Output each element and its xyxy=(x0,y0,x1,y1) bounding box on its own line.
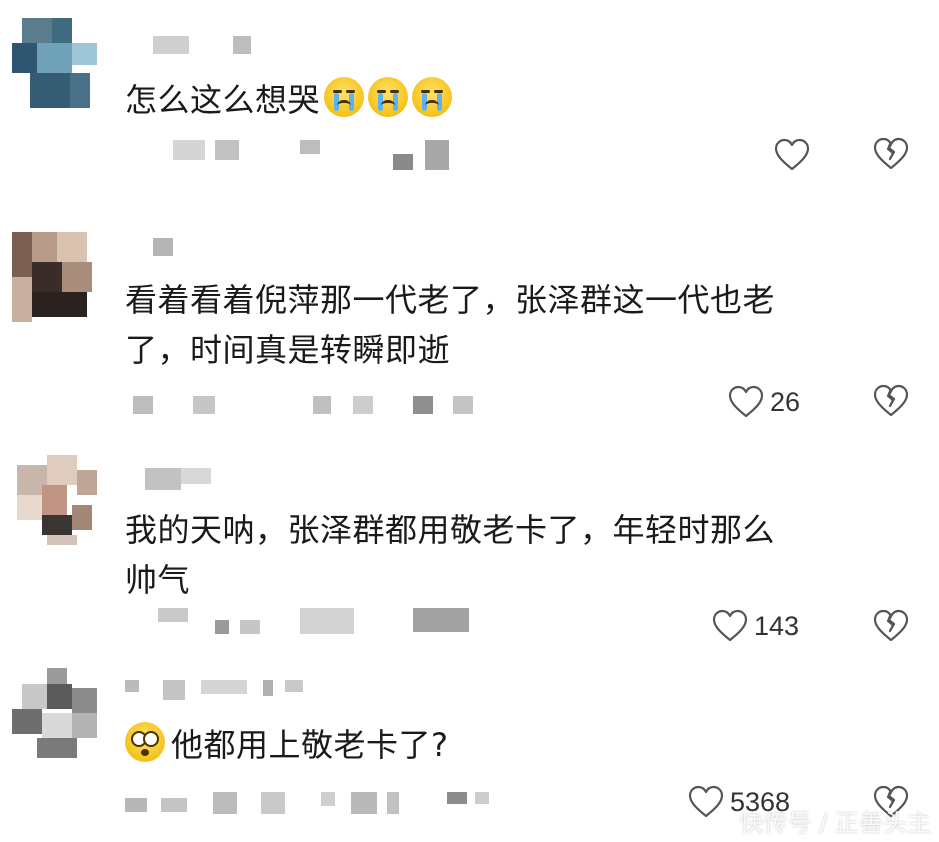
heart-outline-icon xyxy=(688,785,724,818)
avatar[interactable] xyxy=(12,668,102,758)
watermark: 快传号 / 正善头主 xyxy=(739,809,931,837)
username-redacted[interactable] xyxy=(125,680,305,704)
comment-meta-redacted xyxy=(125,792,489,814)
comment-text-line: 他都用上敬老卡了? xyxy=(171,726,449,764)
shocked-face-icon xyxy=(125,722,165,762)
comment-item: 他都用上敬老卡了? 5368 xyxy=(0,0,939,842)
comment-text: 他都用上敬老卡了? xyxy=(125,720,905,770)
